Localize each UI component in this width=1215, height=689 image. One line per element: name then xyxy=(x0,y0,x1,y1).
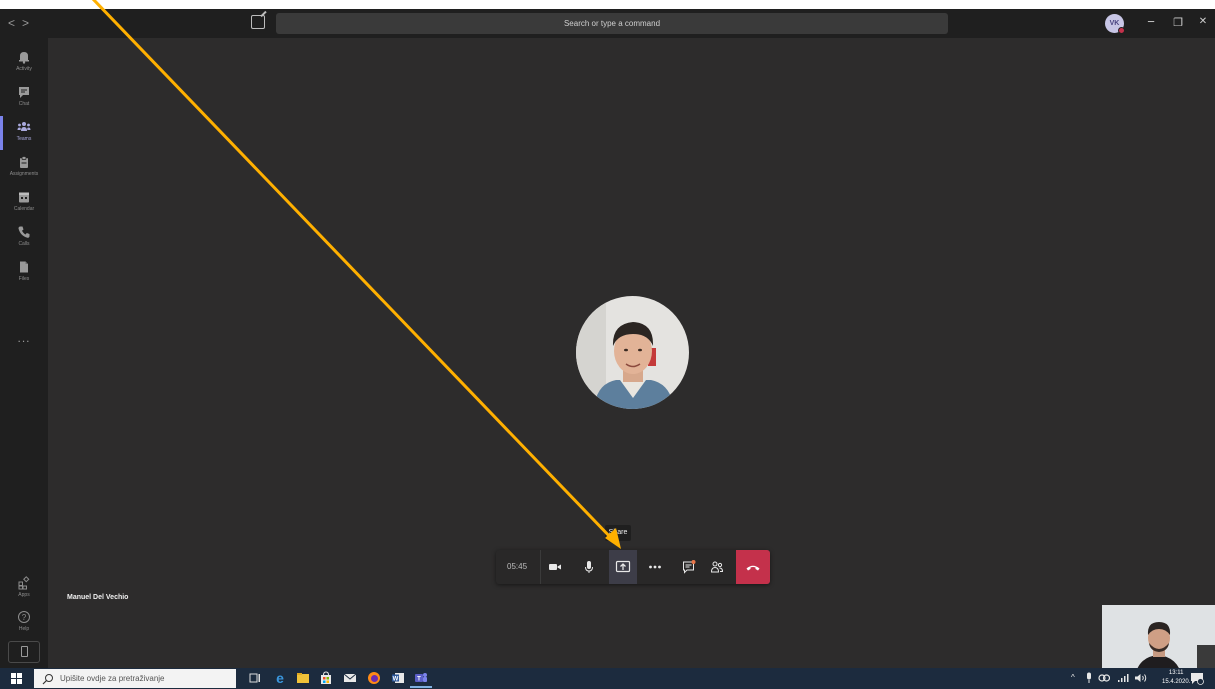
chat-icon xyxy=(683,560,696,574)
hang-up-button[interactable] xyxy=(736,550,770,584)
rail-label: Calls xyxy=(18,241,30,247)
call-stage: Manuel Del Vechio Share 05:45 xyxy=(48,38,1215,668)
word-icon[interactable]: W xyxy=(391,671,405,685)
tray-app-icon[interactable] xyxy=(1098,673,1110,683)
rail-item-help[interactable]: ? Help xyxy=(0,606,48,640)
file-explorer-icon[interactable] xyxy=(296,671,310,685)
taskbar-clock[interactable]: 13:11 15.4.2020. xyxy=(1162,669,1190,687)
rail-label: Activity xyxy=(16,66,32,72)
apps-icon xyxy=(18,576,30,590)
more-actions-button[interactable] xyxy=(643,550,667,584)
rail-label: Apps xyxy=(18,592,30,598)
call-controls: 05:45 xyxy=(496,550,770,584)
more-icon xyxy=(649,565,661,569)
file-icon xyxy=(20,261,28,273)
participant-photo xyxy=(576,296,689,409)
camera-button[interactable] xyxy=(543,550,567,584)
tray-overflow-button[interactable]: ^ xyxy=(1071,673,1075,682)
microphone-button[interactable] xyxy=(577,550,601,584)
microphone-icon xyxy=(585,561,593,573)
microphone-icon[interactable] xyxy=(1085,672,1093,684)
store-icon[interactable] xyxy=(319,671,333,685)
svg-text:e: e xyxy=(276,671,284,685)
rail-item-teams[interactable]: Teams xyxy=(0,116,48,150)
share-button[interactable] xyxy=(609,550,637,584)
mail-icon[interactable] xyxy=(343,671,357,685)
rail-item-files[interactable]: Files xyxy=(0,256,48,290)
rail-item-chat[interactable]: Chat xyxy=(0,81,48,115)
participants-icon xyxy=(710,561,724,573)
rail-item-activity[interactable]: Activity xyxy=(0,46,48,80)
volume-icon[interactable] xyxy=(1134,673,1148,683)
assignments-icon xyxy=(20,156,28,168)
teams-icon: T xyxy=(415,673,427,682)
hang-up-icon xyxy=(746,565,760,571)
svg-text:W: W xyxy=(393,676,399,682)
call-timer: 05:45 xyxy=(507,562,528,571)
teams-taskbar-button[interactable]: T xyxy=(410,671,432,688)
more-apps-button[interactable]: ... xyxy=(0,331,48,345)
minimize-button[interactable]: − xyxy=(1144,14,1158,29)
show-participants-button[interactable] xyxy=(705,550,729,584)
participant-name-label: Manuel Del Vechio xyxy=(67,594,129,601)
title-bar: < > Search or type a command VK − ❐ ✕ xyxy=(0,9,1215,38)
firefox-icon[interactable] xyxy=(367,671,381,685)
clock-time: 13:11 xyxy=(1168,670,1184,676)
rail-item-calls[interactable]: Calls xyxy=(0,221,48,255)
edge-icon[interactable]: e xyxy=(273,671,287,685)
svg-text:T: T xyxy=(417,676,421,682)
search-icon xyxy=(42,674,53,685)
phone-icon xyxy=(18,226,30,238)
clock-date: 15.4.2020. xyxy=(1162,679,1191,685)
windows-taskbar: Upišite ovdje za pretraživanje e W T ^ 1… xyxy=(0,668,1215,689)
camera-icon xyxy=(549,564,561,570)
rail-item-calendar[interactable]: Calendar xyxy=(0,186,48,220)
forward-button[interactable]: > xyxy=(22,16,29,30)
rail-label: Files xyxy=(18,276,30,282)
divider xyxy=(540,550,541,584)
taskbar-search-placeholder: Upišite ovdje za pretraživanje xyxy=(60,674,165,683)
bell-icon xyxy=(19,52,29,64)
help-icon: ? xyxy=(18,611,30,623)
new-chat-icon[interactable] xyxy=(251,15,265,29)
close-button[interactable]: ✕ xyxy=(1196,16,1210,27)
participant-avatar xyxy=(576,296,689,409)
rail-label: Calendar xyxy=(13,206,35,212)
self-video-frame xyxy=(1102,605,1215,677)
teams-window: < > Search or type a command VK − ❐ ✕ Ac… xyxy=(0,9,1215,677)
app-bar: Activity Chat Teams Assignments Calendar… xyxy=(0,38,48,668)
windows-start-icon[interactable] xyxy=(11,673,22,684)
rail-item-apps[interactable]: Apps xyxy=(0,572,48,606)
network-icon[interactable] xyxy=(1117,673,1129,683)
chat-icon xyxy=(19,87,29,98)
svg-text:?: ? xyxy=(22,613,27,622)
search-input[interactable]: Search or type a command xyxy=(276,13,948,34)
rail-item-assignments[interactable]: Assignments xyxy=(0,151,48,185)
show-conversation-button[interactable] xyxy=(677,550,701,584)
presence-status-dot xyxy=(1118,27,1125,34)
rail-label: Help xyxy=(18,626,30,632)
task-view-icon[interactable] xyxy=(248,671,262,685)
self-video-preview xyxy=(1102,605,1215,677)
rail-label: Chat xyxy=(18,101,30,107)
taskbar-search-input[interactable]: Upišite ovdje za pretraživanje xyxy=(34,669,236,688)
device-settings-button[interactable] xyxy=(8,641,40,663)
back-button[interactable]: < xyxy=(8,16,15,30)
mobile-icon xyxy=(21,646,28,657)
rail-label: Teams xyxy=(16,136,32,142)
calendar-icon xyxy=(19,192,29,203)
restore-button[interactable]: ❐ xyxy=(1171,16,1185,29)
teams-icon xyxy=(17,122,31,131)
share-tooltip: Share xyxy=(605,525,631,541)
share-icon xyxy=(615,560,631,573)
notifications-icon[interactable] xyxy=(1190,672,1204,685)
rail-label: Assignments xyxy=(9,171,39,177)
